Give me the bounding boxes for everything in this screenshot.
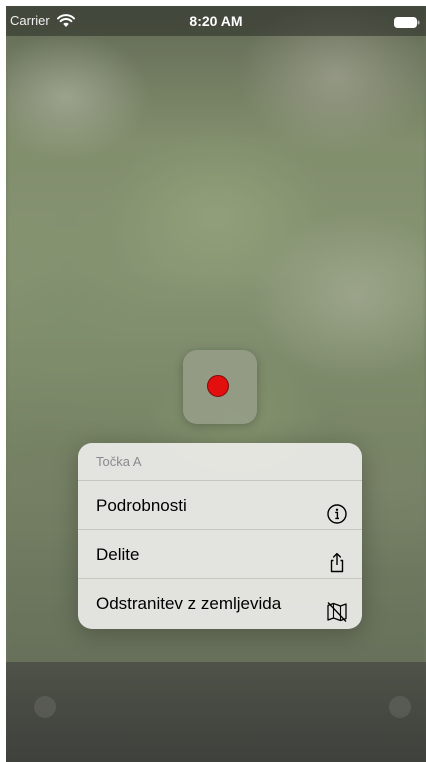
menu-item-label: Odstranitev z zemljevida [96, 594, 282, 613]
blurred-toolbar-icon [34, 696, 56, 718]
context-menu-title: Točka A [78, 443, 362, 481]
phone-screen: Carrier 8:20 AM Točka A Podrobnosti Deli… [6, 6, 426, 762]
battery-icon [394, 15, 420, 28]
context-menu: Točka A Podrobnosti Delite Odstranitev z… [78, 443, 362, 629]
red-pin-dot [207, 375, 229, 397]
menu-item-label: Delite [96, 545, 140, 564]
map-remove-icon [326, 593, 348, 622]
blurred-toolbar-icon [389, 696, 411, 718]
status-time: 8:20 AM [189, 13, 243, 29]
selected-pin-preview[interactable] [183, 350, 257, 424]
bottom-toolbar-blurred [6, 662, 426, 762]
status-bar: Carrier 8:20 AM [6, 6, 426, 36]
menu-item-details[interactable]: Podrobnosti [78, 481, 362, 530]
menu-item-remove-from-map[interactable]: Odstranitev z zemljevida [78, 579, 362, 628]
menu-item-label: Podrobnosti [96, 496, 187, 515]
menu-item-share[interactable]: Delite [78, 530, 362, 579]
share-icon [326, 544, 348, 573]
info-circle-icon [326, 495, 348, 524]
